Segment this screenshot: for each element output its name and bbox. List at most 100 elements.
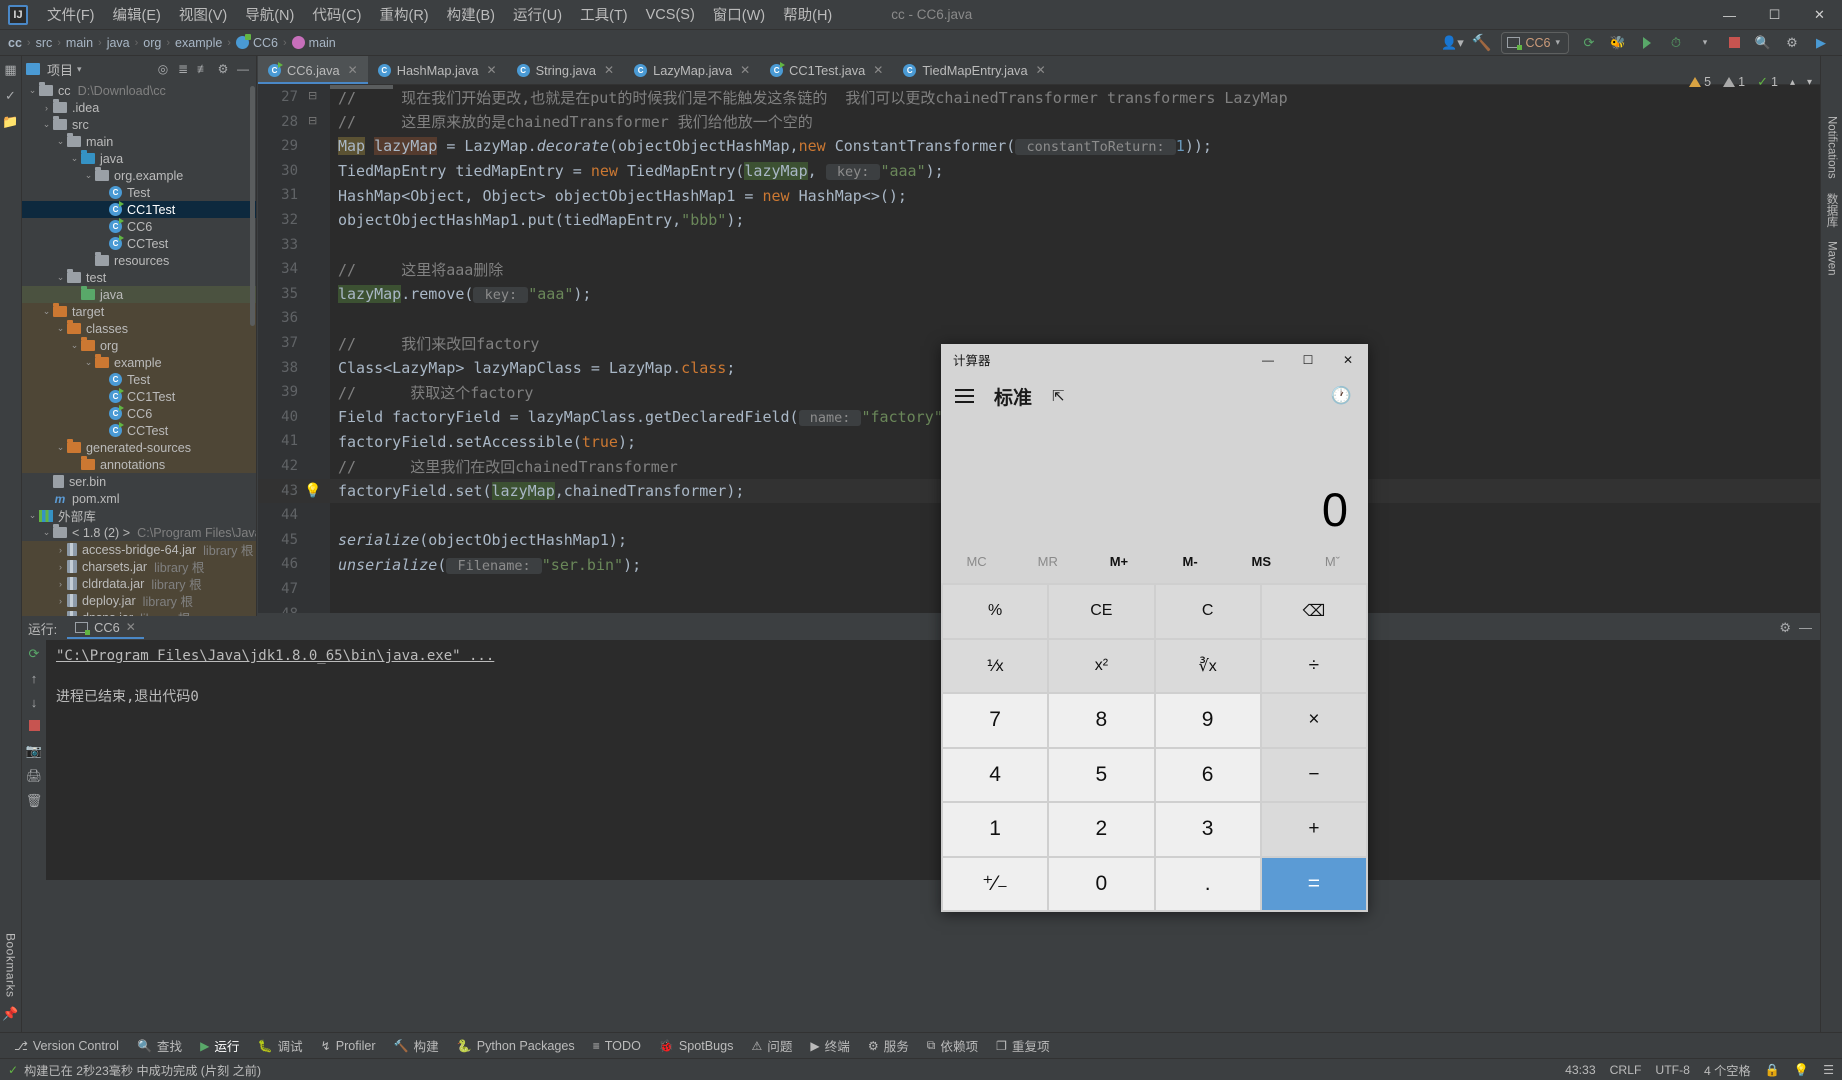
editor-tab-hashmap[interactable]: C HashMap.java ✕ [368, 56, 507, 84]
bottom-bar-item-version-control[interactable]: ⎇ Version Control [6, 1036, 127, 1056]
tree-node[interactable]: ⌄ main [22, 133, 256, 150]
tree-node[interactable]: ser.bin [22, 473, 256, 490]
notifications-rail-label[interactable]: Notifications [1826, 116, 1838, 179]
chevron-down-icon[interactable]: ⌄ [54, 136, 67, 147]
tree-node[interactable]: ⌄ target [22, 303, 256, 320]
calc-key-square-root[interactable]: ∛x [1155, 639, 1260, 692]
menu-item-2[interactable]: 视图(V) [170, 1, 236, 28]
expand-all-icon[interactable]: ≣ [174, 62, 192, 76]
history-icon[interactable]: 🕐 [1331, 386, 1352, 406]
chevron-down-icon[interactable]: ⌄ [82, 170, 95, 181]
calc-key-digit-0[interactable]: 0 [1049, 857, 1154, 910]
calc-key-add[interactable]: + [1261, 803, 1366, 856]
menu-item-4[interactable]: 代码(C) [303, 1, 370, 28]
editor-tab-cc1test[interactable]: C CC1Test.java ✕ [760, 56, 893, 84]
trash-icon[interactable]: 🗑 [26, 793, 43, 809]
memory-button-m-[interactable]: M- [1154, 554, 1225, 569]
tree-node[interactable]: ⌄ example [22, 354, 256, 371]
breadcrumb-item-cc[interactable]: cc [8, 36, 22, 50]
settings-icon[interactable]: ⚙ [1779, 32, 1805, 54]
bottom-bar-item-问题[interactable]: ⚠ 问题 [743, 1033, 800, 1058]
tree-node[interactable]: ⌄ org [22, 337, 256, 354]
rerun-icon[interactable]: ⟳ [1576, 32, 1602, 54]
menu-item-1[interactable]: 编辑(E) [104, 1, 170, 28]
calc-key-percent[interactable]: % [943, 585, 1048, 638]
chevron-down-icon[interactable]: ⌄ [26, 85, 39, 96]
close-icon[interactable]: ✕ [348, 63, 358, 77]
chevron-down-icon[interactable]: ⌄ [68, 153, 81, 164]
build-hammer-icon[interactable]: 🔨 [1468, 32, 1494, 54]
tree-node[interactable]: ⌄ cc D:\Download\cc [22, 82, 256, 99]
calculator-minimize-button[interactable]: — [1248, 344, 1288, 375]
menu-item-5[interactable]: 重构(R) [370, 1, 437, 28]
editor-tab-lazymap[interactable]: C LazyMap.java ✕ [624, 56, 760, 84]
tree-node[interactable]: ⌄ java [22, 150, 256, 167]
down-icon[interactable]: ↓ [31, 695, 38, 710]
folder-icon[interactable]: 📁 [2, 114, 18, 130]
calc-key-clear[interactable]: C [1155, 585, 1260, 638]
tree-node[interactable]: › cldrdata.jar library 根 [22, 575, 256, 592]
breadcrumb-item-org[interactable]: org [143, 36, 161, 50]
tree-node[interactable]: C CC1Test [22, 388, 256, 405]
rerun-icon[interactable]: ⟳ [29, 646, 40, 662]
menu-item-6[interactable]: 构建(B) [438, 1, 504, 28]
tree-node[interactable]: annotations [22, 456, 256, 473]
bottom-bar-item-构建[interactable]: 🔨 构建 [386, 1033, 447, 1058]
breadcrumb-item-src[interactable]: src [36, 36, 53, 50]
tree-node[interactable]: › charsets.jar library 根 [22, 558, 256, 575]
maximize-button[interactable]: ☐ [1752, 0, 1797, 30]
caret-position[interactable]: 43:33 [1565, 1063, 1596, 1077]
calc-key-digit-9[interactable]: 9 [1155, 694, 1260, 747]
memory-icon[interactable]: ☰ [1823, 1063, 1834, 1077]
calc-key-digit-4[interactable]: 4 [943, 748, 1048, 801]
chevron-down-icon[interactable]: ⌄ [54, 272, 67, 283]
close-icon[interactable]: ✕ [740, 63, 750, 77]
inspection-icon[interactable]: 💡 [1794, 1063, 1809, 1077]
fold-icon[interactable]: ⊟ [308, 89, 317, 102]
updates-icon[interactable]: ▶ [1808, 32, 1834, 54]
line-separator[interactable]: CRLF [1610, 1063, 1642, 1077]
tree-node[interactable]: › deploy.jar library 根 [22, 592, 256, 609]
calc-key-reciprocal[interactable]: ⅟x [943, 639, 1048, 692]
tree-node[interactable]: ⌄ src [22, 116, 256, 133]
chevron-right-icon[interactable]: › [54, 596, 67, 606]
camera-icon[interactable]: 📷 [26, 743, 42, 759]
chevron-down-icon[interactable]: ⌄ [54, 323, 67, 334]
menu-item-7[interactable]: 运行(U) [504, 1, 571, 28]
tree-node[interactable]: ⌄ generated-sources [22, 439, 256, 456]
calc-key-equals[interactable]: = [1261, 857, 1366, 910]
memory-button-m+[interactable]: M+ [1083, 554, 1154, 569]
bookmarks-rail-label[interactable]: Bookmarks [4, 933, 18, 998]
tree-node[interactable]: java [22, 286, 256, 303]
calc-key-digit-2[interactable]: 2 [1049, 803, 1154, 856]
calc-key-subtract[interactable]: − [1261, 748, 1366, 801]
bottom-bar-item-todo[interactable]: ≡ TODO [585, 1036, 649, 1056]
memory-button-ms[interactable]: MS [1226, 554, 1297, 569]
chevron-down-icon[interactable]: ⌄ [26, 510, 39, 521]
calc-key-multiply[interactable]: × [1261, 694, 1366, 747]
tree-node[interactable]: ›dnsns.jarlibrary 根 [22, 609, 256, 616]
editor-tab-tiedmapentry[interactable]: C TiedMapEntry.java ✕ [893, 56, 1055, 84]
profile-icon[interactable]: ⏱ [1663, 32, 1689, 54]
menu-item-10[interactable]: 窗口(W) [704, 1, 774, 28]
bottom-bar-item-重复项[interactable]: ❐ 重复项 [988, 1033, 1058, 1058]
search-icon[interactable]: 🔍 [1750, 32, 1776, 54]
stop-icon[interactable] [1721, 32, 1747, 54]
breadcrumb-item-main[interactable]: main [66, 36, 93, 50]
tree-node[interactable]: ⌄ < 1.8 (2) > C:\Program Files\Java\jdk [22, 524, 256, 541]
run-with-coverage-icon[interactable] [1634, 32, 1660, 54]
bottom-bar-item-服务[interactable]: ⚙ 服务 [860, 1033, 917, 1058]
breadcrumb[interactable]: cc › src › main › java › org › example › CC6 › main [8, 34, 336, 50]
keep-on-top-icon[interactable]: ⇱ [1052, 387, 1065, 405]
menu-item-8[interactable]: 工具(T) [571, 1, 637, 28]
file-encoding[interactable]: UTF-8 [1655, 1063, 1690, 1077]
gear-icon[interactable]: ⚙ [1779, 620, 1791, 636]
maven-rail-label[interactable]: Maven [1826, 241, 1838, 276]
chevron-down-icon[interactable]: ▾ [1692, 32, 1718, 54]
chevron-down-icon[interactable]: ⌄ [40, 119, 53, 130]
tree-node[interactable]: ⌄ classes [22, 320, 256, 337]
calc-key-decimal-point[interactable]: . [1155, 857, 1260, 910]
project-tree-scrollbar[interactable] [250, 86, 255, 326]
stop-icon[interactable] [28, 719, 40, 734]
menu-item-11[interactable]: 帮助(H) [774, 1, 841, 28]
